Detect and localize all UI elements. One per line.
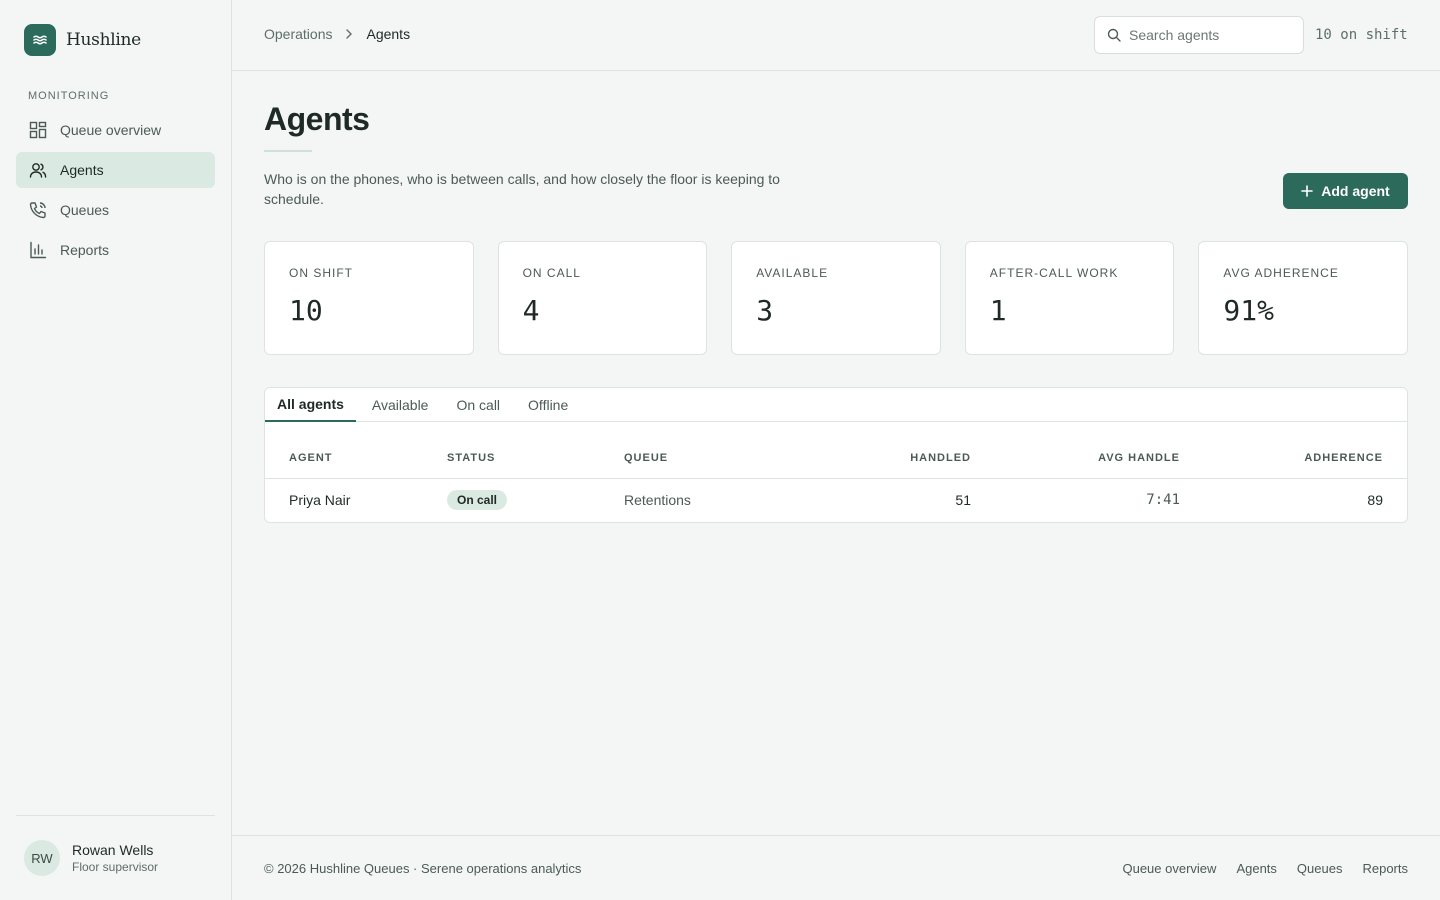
stat-value: 10 — [289, 294, 323, 327]
tab-available[interactable]: Available — [360, 388, 441, 422]
nav-section-label: MONITORING — [28, 90, 110, 102]
title-underline — [264, 150, 312, 152]
tab-all-agents[interactable]: All agents — [265, 388, 356, 422]
add-agent-label: Add agent — [1321, 183, 1390, 199]
agents-table-card: All agents Available On call Offline AGE… — [264, 387, 1408, 523]
cell-agent[interactable]: Priya Nair — [265, 478, 447, 522]
stat-value: 91% — [1223, 294, 1274, 327]
search-box[interactable] — [1094, 16, 1304, 54]
cell-queue: Retentions — [624, 478, 802, 522]
sidebar-item-label: Agents — [60, 162, 104, 178]
user-name: Rowan Wells — [72, 842, 154, 858]
bar-chart-icon — [28, 240, 48, 260]
footer-link-queue-overview[interactable]: Queue overview — [1122, 861, 1216, 876]
shift-status: 10 on shift — [1315, 27, 1408, 43]
agent-filter-tabs: All agents Available On call Offline — [265, 388, 1407, 422]
sidebar-item-label: Reports — [60, 242, 110, 258]
stat-value: 1 — [989, 294, 1007, 327]
search-input[interactable] — [1129, 27, 1289, 43]
stat-value: 3 — [756, 294, 774, 327]
top-header: Operations Agents 10 on shift — [232, 0, 1440, 71]
cell-adherence: 89 — [1180, 478, 1407, 522]
chevron-right-icon — [344, 28, 354, 40]
stat-label: AVAILABLE — [756, 266, 829, 280]
waves-icon — [24, 24, 56, 56]
brand[interactable]: Hushline — [24, 24, 141, 56]
footer-link-reports[interactable]: Reports — [1362, 861, 1408, 876]
cell-avg-handle: 7:41 — [971, 478, 1180, 522]
brand-name: Hushline — [66, 30, 141, 50]
footer-links: Queue overview Agents Queues Reports — [1122, 861, 1408, 876]
sidebar-divider — [16, 815, 215, 816]
breadcrumb-agents: Agents — [366, 26, 411, 42]
sidebar-nav: Queue overview Agents Queues Reports — [16, 112, 215, 272]
stat-card-after-call-work: AFTER-CALL WORK 1 — [964, 241, 1175, 355]
cell-handled: 51 — [802, 478, 971, 522]
avatar: RW — [24, 840, 60, 876]
footer: © 2026 Hushline Queues · Serene operatio… — [232, 835, 1440, 900]
stats-row: ON SHIFT 10 ON CALL 4 AVAILABLE 3 AFTER-… — [264, 241, 1408, 355]
stat-label: ON CALL — [522, 266, 581, 280]
stat-value: 4 — [522, 294, 540, 327]
search-icon — [1107, 28, 1121, 42]
column-header-queue[interactable]: QUEUE — [624, 422, 802, 479]
column-header-avg-handle[interactable]: AVG HANDLE — [971, 422, 1180, 479]
table-header-row: AGENT STATUS QUEUE HANDLED AVG HANDLE AD… — [265, 422, 1407, 479]
column-header-status[interactable]: STATUS — [447, 422, 624, 479]
page-description: Who is on the phones, who is between cal… — [264, 171, 780, 207]
sidebar-item-label: Queues — [60, 202, 110, 218]
sidebar-item-queue-overview[interactable]: Queue overview — [16, 112, 215, 148]
users-icon — [28, 160, 48, 180]
tab-on-call[interactable]: On call — [444, 388, 512, 422]
user-profile[interactable]: RW Rowan Wells Floor supervisor — [24, 840, 158, 876]
stat-card-avg-adherence: AVG ADHERENCE 91% — [1198, 241, 1408, 355]
tab-offline[interactable]: Offline — [516, 388, 580, 422]
sidebar: Hushline MONITORING Queue overview Agent… — [0, 0, 232, 900]
plus-icon — [1301, 185, 1314, 197]
stat-label: AFTER-CALL WORK — [989, 266, 1119, 280]
cell-status: On call — [447, 478, 624, 522]
user-role: Floor supervisor — [72, 860, 159, 874]
stat-card-available: AVAILABLE 3 — [731, 241, 941, 355]
status-badge: On call — [447, 490, 508, 510]
sidebar-item-agents[interactable]: Agents — [16, 152, 215, 188]
column-header-handled[interactable]: HANDLED — [802, 422, 971, 479]
stat-label: ON SHIFT — [289, 266, 353, 280]
dashboard-icon — [28, 120, 48, 140]
column-header-adherence[interactable]: ADHERENCE — [1180, 422, 1407, 479]
add-agent-button[interactable]: Add agent — [1283, 173, 1408, 209]
breadcrumb: Operations Agents — [264, 26, 410, 42]
stat-card-on-call: ON CALL 4 — [497, 241, 708, 355]
page-title: Agents — [264, 101, 370, 137]
agents-table: AGENT STATUS QUEUE HANDLED AVG HANDLE AD… — [265, 422, 1407, 522]
breadcrumb-operations[interactable]: Operations — [264, 26, 332, 42]
sidebar-item-reports[interactable]: Reports — [16, 232, 215, 268]
footer-copyright: © 2026 Hushline Queues · Serene operatio… — [264, 861, 582, 876]
table-row[interactable]: Priya Nair On call Retentions 51 7:41 89 — [265, 478, 1407, 522]
sidebar-item-label: Queue overview — [60, 122, 162, 138]
column-header-agent[interactable]: AGENT — [265, 422, 447, 479]
footer-link-agents[interactable]: Agents — [1236, 861, 1276, 876]
footer-link-queues[interactable]: Queues — [1297, 861, 1343, 876]
sidebar-item-queues[interactable]: Queues — [16, 192, 215, 228]
phone-icon — [28, 200, 48, 220]
stat-label: AVG ADHERENCE — [1223, 266, 1339, 280]
stat-card-on-shift: ON SHIFT 10 — [264, 241, 474, 355]
